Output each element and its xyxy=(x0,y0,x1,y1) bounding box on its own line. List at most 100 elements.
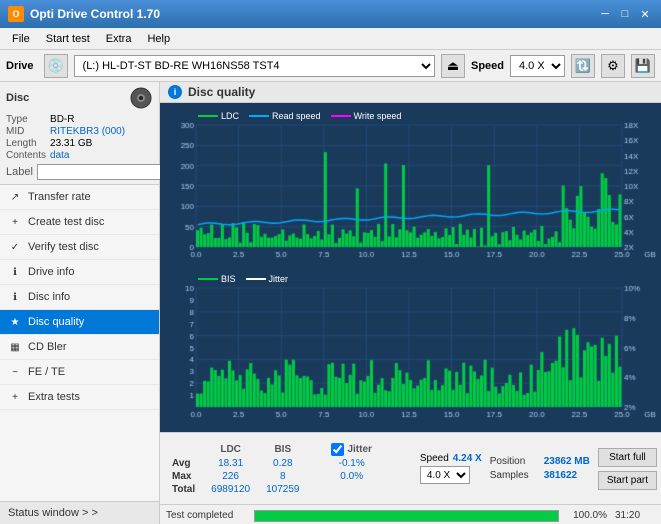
avg-ldc: 18.31 xyxy=(203,457,258,470)
total-label: Total xyxy=(164,483,203,496)
samples-value: 381622 xyxy=(544,470,577,481)
chart-header: i Disc quality xyxy=(160,82,661,103)
nav-label-extra-tests: Extra tests xyxy=(28,391,80,403)
sidebar-item-disc-quality[interactable]: ★ Disc quality xyxy=(0,310,159,335)
sidebar-item-create-test-disc[interactable]: + Create test disc xyxy=(0,210,159,235)
buttons-section: Start full Start part xyxy=(598,448,657,490)
sidebar-item-cd-bler[interactable]: ▦ CD Bler xyxy=(0,335,159,360)
sidebar-item-drive-info[interactable]: ℹ Drive info xyxy=(0,260,159,285)
disc-panel: Disc Type BD-R MID RITEKBR3 (000) Length… xyxy=(0,82,159,185)
minimize-button[interactable]: ─ xyxy=(597,6,613,22)
status-text: Test completed xyxy=(166,510,246,521)
main-content: i Disc quality LDC Read speed Write spee… xyxy=(160,82,661,524)
disc-info-icon: ℹ xyxy=(8,290,22,304)
bottom-chart: BIS Jitter xyxy=(164,270,657,428)
progress-bar xyxy=(254,510,559,522)
type-label: Type xyxy=(6,114,46,125)
speed-select[interactable]: 4.0 X xyxy=(510,55,565,77)
menu-help[interactable]: Help xyxy=(139,31,178,47)
status-window-label: Status window > > xyxy=(8,507,98,519)
menu-extra[interactable]: Extra xyxy=(98,31,140,47)
sidebar-item-transfer-rate[interactable]: ↗ Transfer rate xyxy=(0,185,159,210)
jitter-checkbox-label[interactable]: Jitter xyxy=(331,443,371,456)
close-button[interactable]: ✕ xyxy=(637,6,653,22)
fe-te-icon: ~ xyxy=(8,365,22,379)
label-input[interactable] xyxy=(37,164,175,180)
disc-icon xyxy=(129,86,153,110)
cd-bler-icon: ▦ xyxy=(8,340,22,354)
nav-label-verify-test-disc: Verify test disc xyxy=(28,241,99,253)
jitter-checkbox[interactable] xyxy=(331,443,344,456)
settings-button[interactable]: ⚙ xyxy=(601,54,625,78)
nav-label-disc-quality: Disc quality xyxy=(28,316,84,328)
drive-icon-btn[interactable]: 💿 xyxy=(44,54,68,78)
save-button[interactable]: 💾 xyxy=(631,54,655,78)
extra-tests-icon: + xyxy=(8,390,22,404)
chart-title: Disc quality xyxy=(188,85,255,99)
mid-value: RITEKBR3 (000) xyxy=(50,126,153,137)
max-ldc: 226 xyxy=(203,470,258,483)
progress-time: 31:20 xyxy=(615,510,655,521)
type-value: BD-R xyxy=(50,114,153,125)
progress-bar-fill xyxy=(255,511,558,521)
speed-avg-label: Speed xyxy=(420,453,449,464)
title-bar: O Opti Drive Control 1.70 ─ □ ✕ xyxy=(0,0,661,28)
speed-avg-value: 4.24 X xyxy=(453,453,482,464)
disc-quality-icon: ★ xyxy=(8,315,22,329)
mid-label: MID xyxy=(6,126,46,137)
charts-area: LDC Read speed Write speed BIS Jitter xyxy=(160,103,661,432)
sidebar: Disc Type BD-R MID RITEKBR3 (000) Length… xyxy=(0,82,160,524)
verify-test-icon: ✓ xyxy=(8,240,22,254)
nav-items: ↗ Transfer rate + Create test disc ✓ Ver… xyxy=(0,185,159,501)
avg-bis: 0.28 xyxy=(258,457,307,470)
nav-label-drive-info: Drive info xyxy=(28,266,74,278)
menu-start-test[interactable]: Start test xyxy=(38,31,98,47)
sidebar-item-fe-te[interactable]: ~ FE / TE xyxy=(0,360,159,385)
bottom-chart-legend: BIS Jitter xyxy=(194,272,292,286)
speed-section: Speed 4.24 X 4.0 X xyxy=(420,453,482,484)
nav-label-fe-te: FE / TE xyxy=(28,366,65,378)
refresh-button[interactable]: 🔃 xyxy=(571,54,595,78)
contents-value: data xyxy=(50,150,153,161)
samples-label: Samples xyxy=(490,470,540,481)
stats-bar: LDC BIS Jitter xyxy=(160,432,661,504)
position-section: Position 23862 MB Samples 381622 xyxy=(490,456,590,481)
start-full-button[interactable]: Start full xyxy=(598,448,657,467)
create-test-icon: + xyxy=(8,215,22,229)
top-chart-legend: LDC Read speed Write speed xyxy=(194,109,405,123)
menu-file[interactable]: File xyxy=(4,31,38,47)
drive-select[interactable]: (L:) HL-DT-ST BD-RE WH16NS58 TST4 xyxy=(74,55,435,77)
speed-select-stats[interactable]: 4.0 X xyxy=(420,466,470,484)
progress-bar-area: Test completed 100.0% 31:20 xyxy=(160,504,661,524)
bis-header: BIS xyxy=(258,442,307,457)
bottom-chart-canvas xyxy=(164,270,657,425)
length-value: 23.31 GB xyxy=(50,138,153,149)
status-window-button[interactable]: Status window > > xyxy=(0,501,159,524)
drive-info-icon: ℹ xyxy=(8,265,22,279)
sidebar-item-disc-info[interactable]: ℹ Disc info xyxy=(0,285,159,310)
drive-label: Drive xyxy=(6,60,34,72)
avg-label: Avg xyxy=(164,457,203,470)
nav-label-create-test-disc: Create test disc xyxy=(28,216,104,228)
total-bis: 107259 xyxy=(258,483,307,496)
contents-label: Contents xyxy=(6,150,46,161)
start-part-button[interactable]: Start part xyxy=(598,471,657,490)
top-chart-canvas xyxy=(164,107,657,265)
max-jitter: 0.0% xyxy=(323,470,379,483)
sidebar-item-extra-tests[interactable]: + Extra tests xyxy=(0,385,159,410)
sidebar-item-verify-test-disc[interactable]: ✓ Verify test disc xyxy=(0,235,159,260)
maximize-button[interactable]: □ xyxy=(617,6,633,22)
nav-label-disc-info: Disc info xyxy=(28,291,70,303)
ldc-header: LDC xyxy=(203,442,258,457)
disc-panel-title: Disc xyxy=(6,92,29,104)
label-label: Label xyxy=(6,166,33,178)
max-bis: 8 xyxy=(258,470,307,483)
chart-header-icon: i xyxy=(168,85,182,99)
drive-bar: Drive 💿 (L:) HL-DT-ST BD-RE WH16NS58 TST… xyxy=(0,50,661,82)
nav-label-transfer-rate: Transfer rate xyxy=(28,191,91,203)
progress-percent: 100.0% xyxy=(567,510,607,521)
speed-label: Speed xyxy=(471,60,504,72)
eject-button[interactable]: ⏏ xyxy=(441,54,465,78)
position-label: Position xyxy=(490,456,540,467)
nav-label-cd-bler: CD Bler xyxy=(28,341,67,353)
